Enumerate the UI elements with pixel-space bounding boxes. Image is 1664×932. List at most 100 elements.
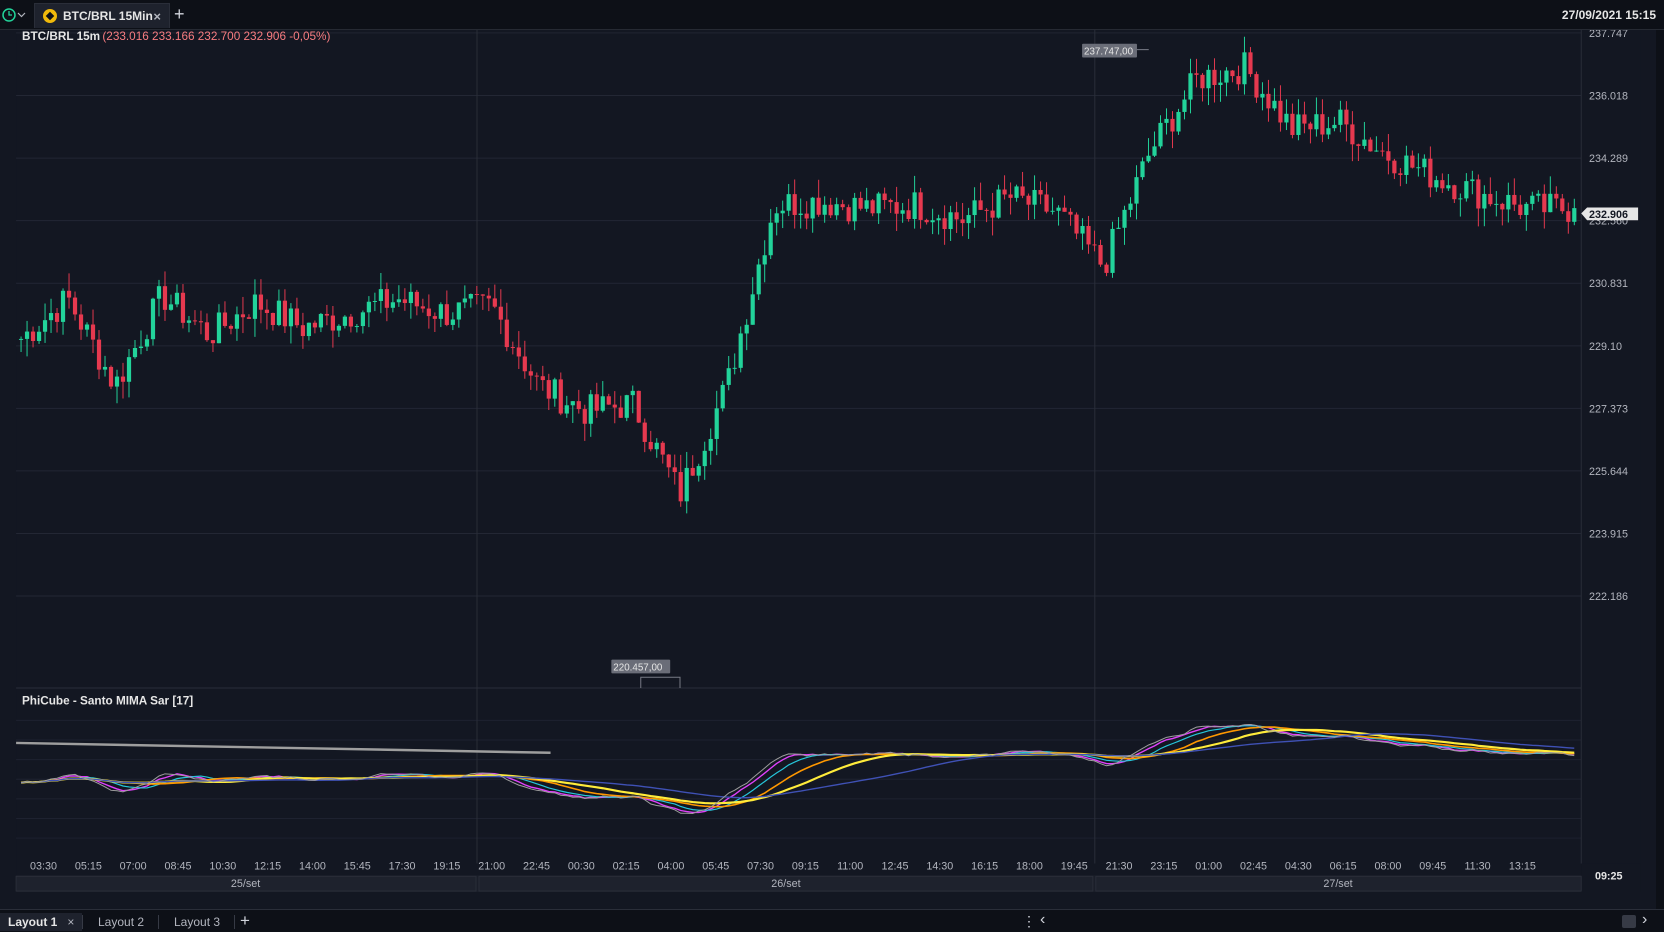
- candle-body: [960, 219, 965, 224]
- datetime-display: 27/09/2021 15:15: [1561, 8, 1656, 22]
- candle-body: [756, 264, 761, 295]
- layout-close-icon[interactable]: ×: [67, 915, 74, 929]
- candle-body: [570, 401, 575, 406]
- candle-body: [978, 200, 983, 210]
- candle-body: [402, 299, 407, 304]
- candle-body: [450, 319, 455, 325]
- candle-body: [60, 290, 66, 322]
- candle-body: [66, 290, 72, 298]
- candle-body: [822, 204, 827, 215]
- candle-body: [1200, 74, 1205, 89]
- candle-body: [714, 408, 719, 439]
- candle-body: [1530, 195, 1535, 204]
- candle-body: [1002, 189, 1007, 195]
- candle-body: [1038, 189, 1043, 195]
- candle-body: [576, 401, 581, 410]
- candle-body: [264, 309, 270, 313]
- candle-body: [120, 376, 126, 382]
- candle-body: [516, 347, 521, 357]
- time-tick: 02:45: [1240, 860, 1267, 872]
- time-tick: 15:45: [344, 860, 371, 872]
- candle-body: [474, 294, 479, 295]
- candle-body: [1146, 155, 1151, 162]
- time-tick: 13:15: [1509, 860, 1536, 872]
- time-tick: 21:00: [478, 860, 505, 872]
- candle-body: [582, 409, 587, 424]
- candle-body: [612, 404, 617, 408]
- clock-icon: [2, 8, 16, 22]
- candle-body: [96, 339, 102, 370]
- scroll-right-icon[interactable]: ›: [1642, 911, 1647, 929]
- candle-body: [456, 302, 461, 320]
- candle-body: [1152, 146, 1157, 156]
- time-tick: 12:45: [882, 860, 909, 872]
- candle-body: [876, 193, 881, 214]
- candle-body: [48, 313, 54, 321]
- candle-body: [732, 367, 737, 369]
- time-tick: 04:00: [657, 860, 684, 872]
- maximize-icon[interactable]: [1622, 915, 1636, 928]
- candle-body: [288, 308, 294, 327]
- candle-body: [936, 218, 941, 221]
- candle-body: [690, 467, 695, 476]
- candle-body: [618, 407, 623, 418]
- candle-body: [924, 219, 929, 223]
- candle-body: [996, 189, 1001, 218]
- date-bar: 25/set 26/set 27/set: [15, 875, 1582, 892]
- candle-body: [324, 313, 330, 316]
- time-tick: 23:15: [1150, 860, 1177, 872]
- candle-body: [42, 320, 48, 332]
- layout-tab-3[interactable]: Layout 3: [166, 913, 228, 931]
- candle-body: [1110, 228, 1115, 273]
- candle-body: [1254, 74, 1259, 98]
- candle-body: [186, 320, 192, 323]
- candle-body: [1050, 210, 1055, 212]
- scroll-left-icon[interactable]: ‹: [1040, 911, 1045, 929]
- candle-body: [660, 442, 665, 455]
- layout-tab-1[interactable]: Layout 1 ×: [0, 913, 83, 931]
- more-menu-icon[interactable]: ⋮: [1022, 913, 1036, 930]
- candle-body: [1212, 69, 1217, 86]
- candle-body: [1536, 193, 1541, 196]
- candle-body: [594, 394, 599, 411]
- candle-body: [534, 375, 539, 377]
- tab-close-icon[interactable]: ×: [153, 9, 161, 24]
- candle-body: [1404, 155, 1409, 175]
- candle-body: [1524, 203, 1529, 216]
- candle-body: [1104, 264, 1109, 273]
- candle-body: [276, 300, 282, 326]
- candle-body: [510, 347, 515, 349]
- candle-body: [1302, 114, 1307, 124]
- candle-body: [1518, 204, 1523, 216]
- candle-body: [804, 213, 809, 219]
- candle-body: [1140, 161, 1145, 178]
- candle-body: [1068, 211, 1073, 215]
- add-tab-button[interactable]: +: [174, 4, 185, 25]
- candle-body: [438, 304, 443, 319]
- candle-body: [1488, 193, 1493, 205]
- candle-body: [768, 222, 773, 256]
- add-layout-button[interactable]: +: [240, 911, 250, 931]
- candle-body: [1290, 113, 1295, 135]
- chart-area[interactable]: 237.747236.018234.289232.560230.831229.1…: [0, 30, 1664, 892]
- candle-body: [1422, 158, 1427, 168]
- layout-tab-2[interactable]: Layout 2: [90, 913, 152, 931]
- candle-body: [906, 210, 911, 220]
- candle-body: [1074, 214, 1079, 234]
- candle-body: [1440, 180, 1445, 189]
- candle-body: [1326, 128, 1331, 135]
- candle-body: [1236, 76, 1241, 85]
- candle-body: [1020, 186, 1025, 196]
- candle-body: [1272, 100, 1277, 109]
- candle-body: [180, 292, 186, 323]
- candle-body: [492, 298, 497, 307]
- layout-tab-2-label: Layout 2: [98, 915, 145, 929]
- candle-body: [504, 319, 509, 348]
- candle-body: [984, 209, 989, 211]
- date-label: 26/set: [771, 878, 800, 890]
- candle-body: [162, 286, 168, 310]
- candle-body: [762, 255, 767, 265]
- tab-btc-brl[interactable]: BTC/BRL 15Min ×: [34, 3, 170, 28]
- time-tick: 17:30: [389, 860, 416, 872]
- clock-menu-button[interactable]: [2, 6, 26, 24]
